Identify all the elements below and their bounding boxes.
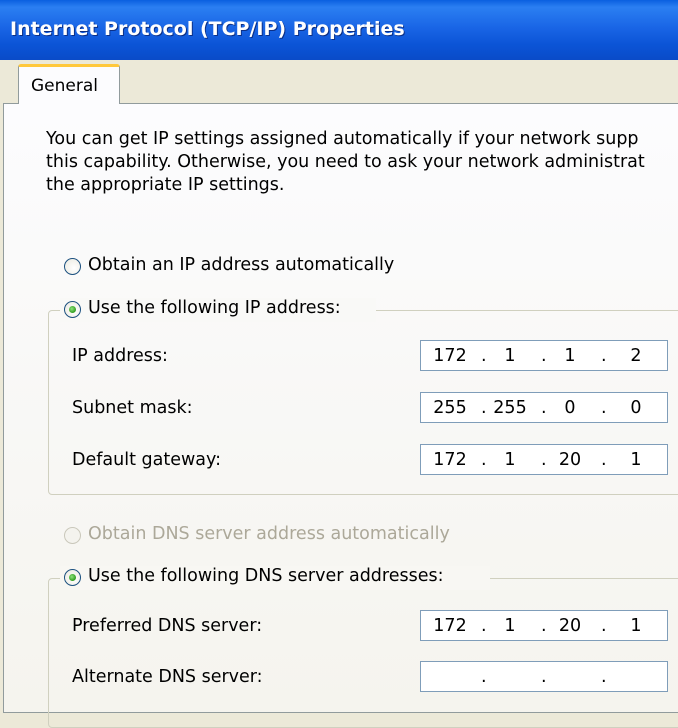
octet-separator: . xyxy=(601,450,607,470)
octet-separator: . xyxy=(481,398,487,418)
ip-octet: 172 xyxy=(433,346,467,366)
intro-line: the appropriate IP settings. xyxy=(46,175,285,195)
alternate-dns-label: Alternate DNS server: xyxy=(72,667,263,687)
octet-separator: . xyxy=(601,398,607,418)
alternate-dns-input[interactable]: . . . xyxy=(420,661,668,692)
obtain-dns-auto-radio[interactable] xyxy=(64,527,81,544)
tab-general[interactable]: General xyxy=(18,64,120,104)
ip-octet: 1 xyxy=(504,346,516,366)
octet-separator: . xyxy=(541,616,547,636)
use-dns-manual-radio[interactable] xyxy=(64,569,81,586)
octet-separator: . xyxy=(541,667,547,687)
tab-general-label: General xyxy=(31,76,98,96)
octet-separator: . xyxy=(541,450,547,470)
octet-separator: . xyxy=(481,346,487,366)
subnet-mask-input[interactable]: 255 . 255 . 0 . 0 xyxy=(420,392,668,423)
ip-octet: 172 xyxy=(433,450,467,470)
ip-octet: 1 xyxy=(504,450,516,470)
use-dns-manual-label[interactable]: Use the following DNS server addresses: xyxy=(88,566,444,586)
ip-octet: 0 xyxy=(630,398,642,418)
ip-octet: 1 xyxy=(630,616,642,636)
ip-octet: 1 xyxy=(630,450,642,470)
preferred-dns-label: Preferred DNS server: xyxy=(72,616,263,636)
octet-separator: . xyxy=(601,346,607,366)
default-gateway-input[interactable]: 172 . 1 . 20 . 1 xyxy=(420,444,668,475)
default-gateway-label: Default gateway: xyxy=(72,450,221,470)
ip-octet: 255 xyxy=(493,398,527,418)
window-title: Internet Protocol (TCP/IP) Properties xyxy=(10,18,405,40)
obtain-ip-auto-label[interactable]: Obtain an IP address automatically xyxy=(88,255,394,275)
octet-separator: . xyxy=(601,667,607,687)
ip-octet: 172 xyxy=(433,616,467,636)
ip-octet: 20 xyxy=(558,616,582,636)
intro-text: You can get IP settings assigned automat… xyxy=(46,128,678,197)
ip-octet: 1 xyxy=(504,616,516,636)
ip-octet: 2 xyxy=(630,346,642,366)
ip-address-label: IP address: xyxy=(72,346,168,366)
ip-octet: 20 xyxy=(558,450,582,470)
intro-line: this capability. Otherwise, you need to … xyxy=(46,152,645,172)
obtain-ip-auto-radio[interactable] xyxy=(64,258,81,275)
octet-separator: . xyxy=(541,346,547,366)
octet-separator: . xyxy=(601,616,607,636)
subnet-mask-label: Subnet mask: xyxy=(72,398,193,418)
title-bar[interactable]: Internet Protocol (TCP/IP) Properties xyxy=(0,0,678,60)
octet-separator: . xyxy=(481,667,487,687)
ip-address-input[interactable]: 172 . 1 . 1 . 2 xyxy=(420,340,668,371)
dns-groupbox xyxy=(48,578,678,728)
use-ip-manual-label[interactable]: Use the following IP address: xyxy=(88,298,341,318)
ip-octet: 0 xyxy=(564,398,576,418)
ip-octet: 255 xyxy=(433,398,467,418)
use-ip-manual-radio[interactable] xyxy=(64,301,81,318)
obtain-dns-auto-label[interactable]: Obtain DNS server address automatically xyxy=(88,524,450,544)
preferred-dns-input[interactable]: 172 . 1 . 20 . 1 xyxy=(420,610,668,641)
intro-line: You can get IP settings assigned automat… xyxy=(46,129,639,149)
ip-octet: 1 xyxy=(564,346,576,366)
octet-separator: . xyxy=(541,398,547,418)
octet-separator: . xyxy=(481,616,487,636)
octet-separator: . xyxy=(481,450,487,470)
